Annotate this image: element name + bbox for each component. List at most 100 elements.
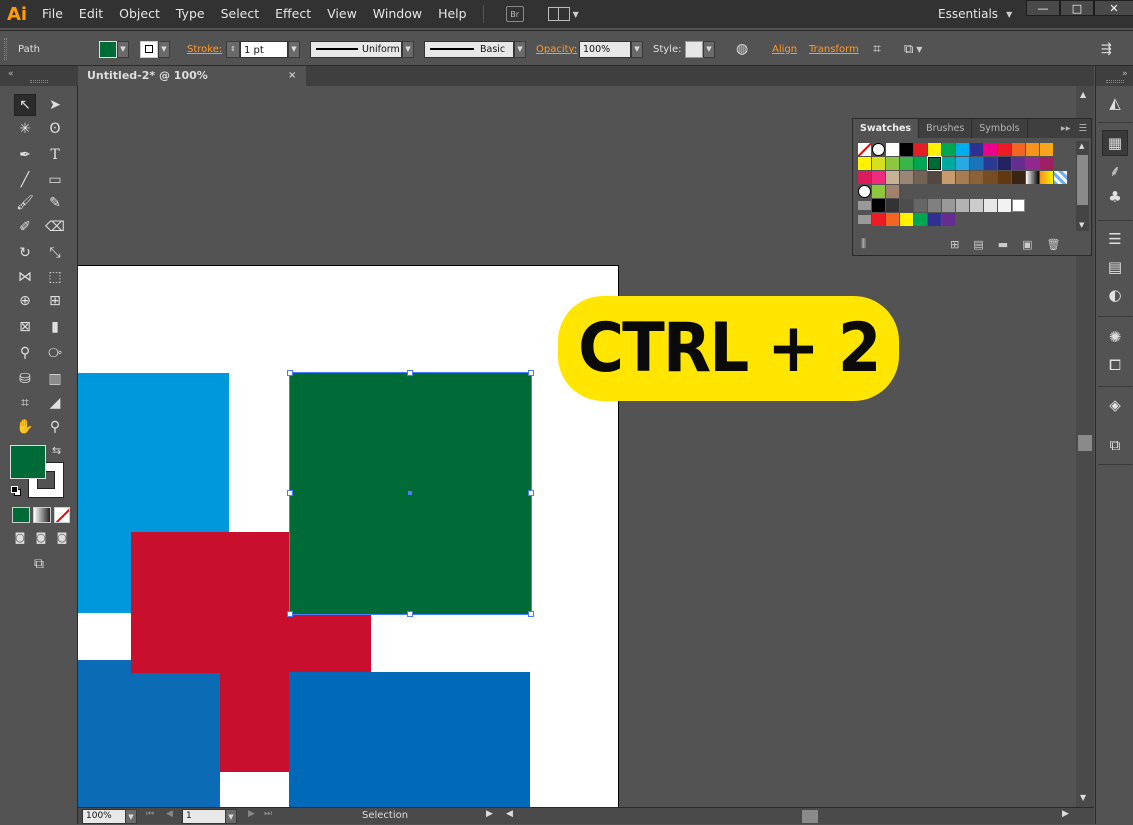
draw-behind-icon[interactable]: ◙ [33, 531, 49, 545]
tab-brushes[interactable]: Brushes [919, 119, 973, 138]
color-mode-icon[interactable] [12, 507, 30, 523]
magic-wand-tool-icon[interactable]: ✳ [14, 118, 36, 140]
chevron-down-icon[interactable]: ▼ [225, 809, 237, 824]
swatch[interactable] [872, 171, 885, 184]
swatch[interactable] [970, 157, 983, 170]
draw-normal-icon[interactable]: ◙ [12, 531, 28, 545]
document-tab[interactable]: Untitled-2* @ 100% (CMYK/Preview) × [78, 66, 306, 102]
swatch[interactable] [858, 157, 871, 170]
swatch[interactable] [970, 143, 983, 156]
swatch[interactable] [914, 143, 927, 156]
scroll-down-icon[interactable]: ▼ [1080, 793, 1086, 802]
swatch-options-icon[interactable]: ▤ [973, 238, 983, 251]
menu-edit[interactable]: Edit [71, 0, 111, 28]
free-transform-tool-icon[interactable]: ⬚ [44, 266, 66, 288]
swatch[interactable] [872, 199, 885, 212]
scroll-right-icon[interactable]: ▶ [1062, 809, 1069, 819]
selection-handle[interactable] [407, 370, 413, 376]
swatch[interactable] [998, 143, 1011, 156]
menu-effect[interactable]: Effect [267, 0, 319, 28]
maximize-button[interactable]: □ [1060, 0, 1094, 16]
chevron-down-icon[interactable]: ▼ [514, 40, 526, 58]
blob-brush-tool-icon[interactable]: ✐ [14, 216, 36, 238]
swatch[interactable] [914, 213, 927, 226]
trash-icon[interactable]: 🗑 [1047, 238, 1061, 251]
shape-builder-tool-icon[interactable]: ⊕ [14, 290, 36, 312]
graphic-style-control[interactable]: ▼ [685, 31, 715, 67]
swatch[interactable] [1026, 143, 1039, 156]
stroke-swatch-control[interactable]: ▼ [140, 31, 170, 67]
opacity-link[interactable]: Opacity: [536, 44, 577, 55]
lasso-tool-icon[interactable]: ʘ [44, 118, 66, 140]
swatch[interactable] [914, 171, 927, 184]
swatch[interactable] [998, 171, 1011, 184]
close-button[interactable]: ✕ [1094, 0, 1133, 16]
isolate-group-icon[interactable]: ⌗ [873, 31, 881, 67]
zoom-field[interactable]: 100% [82, 809, 126, 824]
direct-selection-tool-icon[interactable]: ➤ [44, 94, 66, 116]
artboard-number-field[interactable]: 1 [182, 809, 226, 824]
transform-link[interactable]: Transform [809, 44, 859, 55]
minimize-button[interactable]: — [1026, 0, 1060, 16]
default-fill-stroke-icon[interactable] [11, 486, 21, 496]
swatch[interactable] [1012, 171, 1025, 184]
scrollbar-thumb[interactable] [1078, 435, 1092, 451]
chevron-down-icon[interactable]: ▼ [158, 40, 170, 58]
gradient-tool-icon[interactable]: ▮ [44, 316, 66, 338]
workspace-switcher[interactable]: Essentials ▼ [938, 0, 1012, 28]
swatch[interactable] [956, 171, 969, 184]
rotate-tool-icon[interactable]: ↻ [14, 242, 36, 264]
scroll-up-icon[interactable]: ▲ [1079, 142, 1084, 150]
swatch[interactable] [886, 143, 899, 156]
swatch[interactable] [900, 171, 913, 184]
opacity-field[interactable]: 100% [579, 40, 631, 58]
pen-tool-icon[interactable]: ✒ [14, 144, 36, 166]
select-similar-icon[interactable]: ⧉ ▼ [904, 31, 922, 67]
none-swatch[interactable] [858, 143, 871, 156]
menu-type[interactable]: Type [168, 0, 213, 28]
artboard[interactable] [78, 265, 619, 807]
gradient-mode-icon[interactable] [33, 507, 51, 523]
stroke-weight-control[interactable]: ⇕ 1 pt ▼ [226, 31, 300, 67]
swatch[interactable] [956, 143, 969, 156]
pencil-tool-icon[interactable]: ✎ [44, 192, 66, 214]
brush-definition[interactable]: Basic ▼ [424, 31, 526, 67]
width-tool-icon[interactable]: ⋈ [14, 266, 36, 288]
spinner-icon[interactable]: ⇕ [226, 40, 240, 58]
swatch[interactable] [928, 199, 941, 212]
expand-icon[interactable]: » [1122, 69, 1128, 79]
column-graph-tool-icon[interactable]: ▥ [44, 368, 66, 390]
scale-tool-icon[interactable]: ⤡ [44, 242, 66, 264]
swatch[interactable] [1026, 157, 1039, 170]
panel-menu-icon[interactable]: ⇶ [1101, 31, 1112, 67]
swatch[interactable] [928, 143, 941, 156]
chevron-down-icon[interactable]: ▼ [117, 40, 129, 58]
show-swatch-kinds-icon[interactable]: ⊞ [950, 238, 959, 251]
scroll-left-icon[interactable]: ◀ [506, 809, 513, 819]
swatch[interactable] [872, 157, 885, 170]
bridge-button[interactable]: Br [505, 6, 524, 22]
menu-help[interactable]: Help [430, 0, 475, 28]
registration-swatch[interactable] [872, 143, 885, 156]
blue-rectangle-right[interactable] [289, 672, 530, 807]
selection-tool-icon[interactable]: ↖ [14, 94, 36, 116]
pattern-swatch[interactable] [886, 185, 899, 198]
selection-handle[interactable] [528, 370, 534, 376]
opacity-control[interactable]: 100% ▼ [579, 31, 643, 67]
hand-tool-icon[interactable]: ✋ [14, 416, 36, 438]
swap-fill-stroke-icon[interactable]: ⇆ [52, 444, 61, 457]
variable-width-profile[interactable]: Uniform ▼ [310, 31, 414, 67]
swatch[interactable] [998, 199, 1011, 212]
swatch[interactable] [900, 157, 913, 170]
swatch[interactable] [928, 171, 941, 184]
fill-swatch[interactable] [99, 40, 117, 58]
collapse-icon[interactable]: « [8, 69, 14, 79]
artboard-tool-icon[interactable]: ⌗ [14, 392, 36, 414]
folder-icon[interactable] [858, 215, 871, 224]
new-swatch-icon[interactable]: ▣ [1022, 238, 1032, 251]
pattern-swatch[interactable] [1054, 171, 1067, 184]
swatch[interactable] [984, 199, 997, 212]
new-color-group-icon[interactable]: ▬ [998, 238, 1008, 251]
color-guide-icon[interactable]: ◭ [1102, 90, 1128, 116]
swatch[interactable] [900, 199, 913, 212]
